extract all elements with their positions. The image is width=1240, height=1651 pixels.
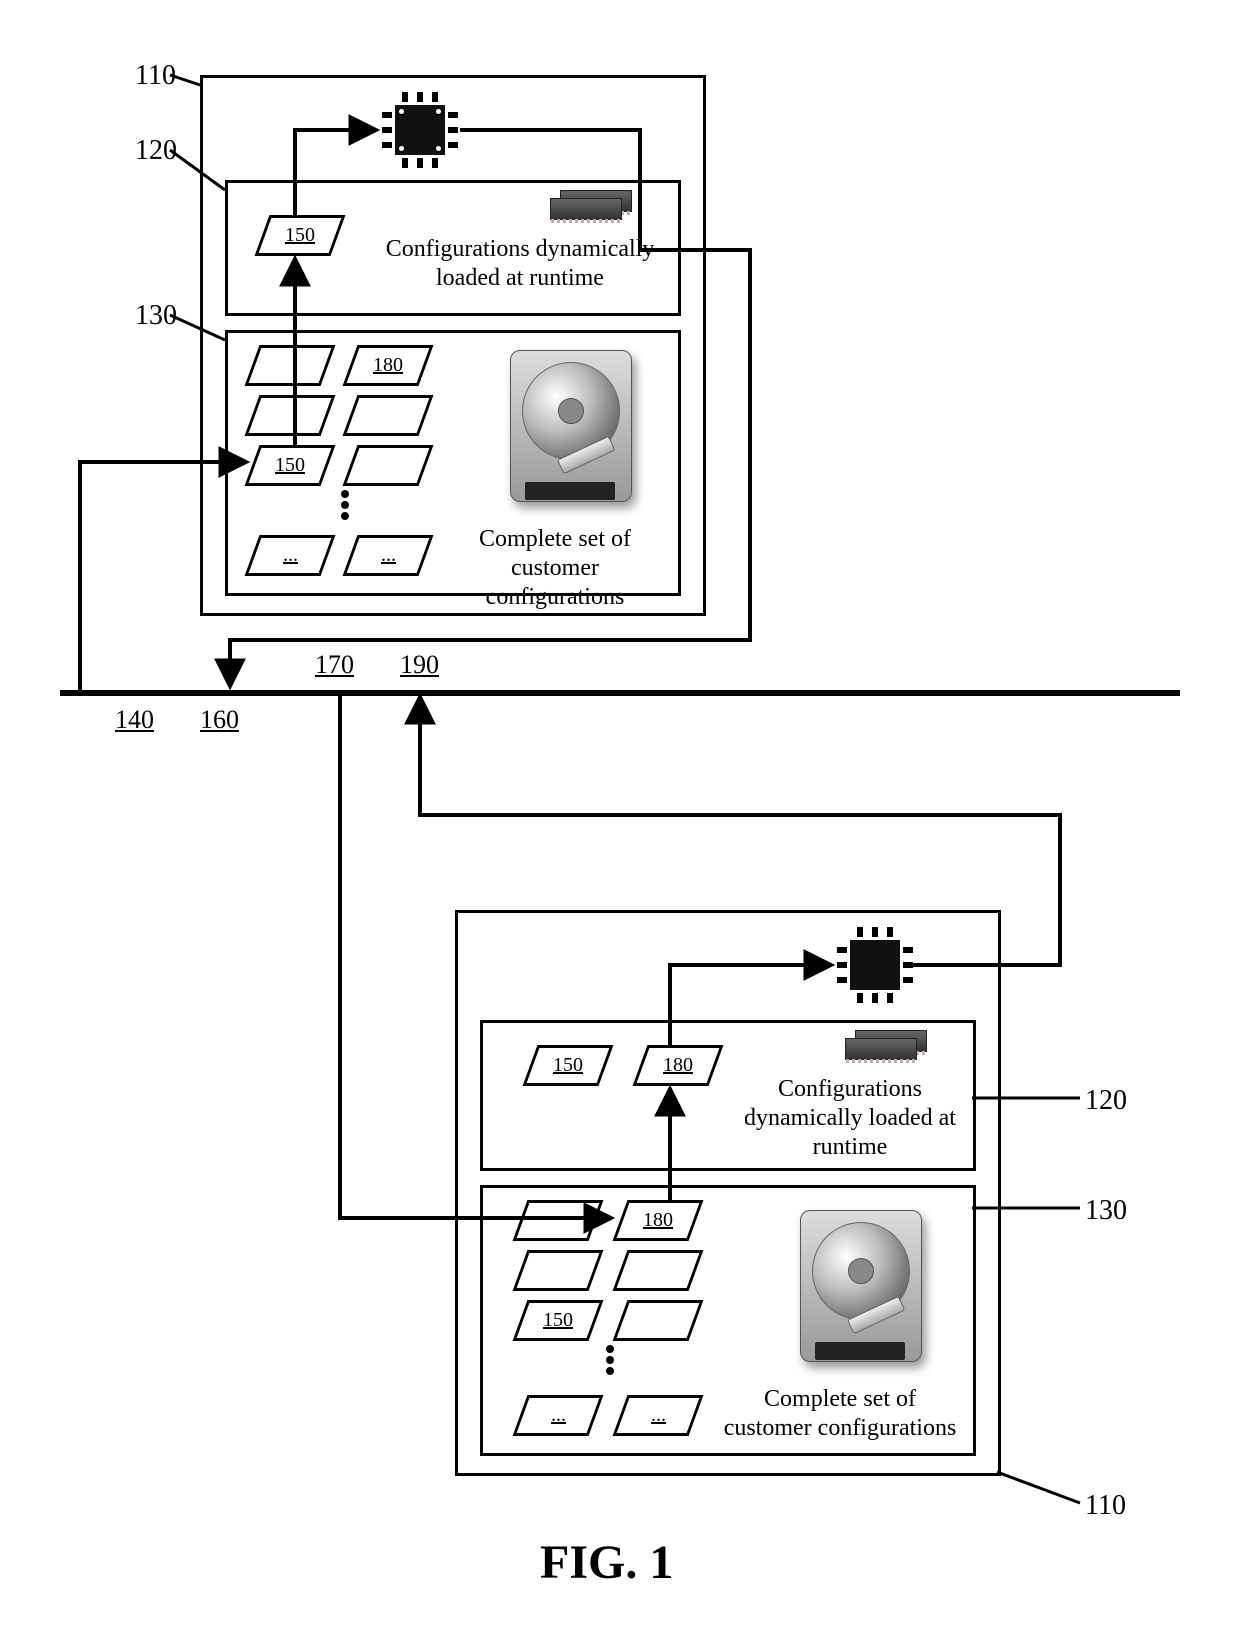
hdd-icon — [790, 1200, 930, 1370]
ref-110-lower: 110 — [1085, 1490, 1126, 1522]
para-180-store-lower: 180 — [613, 1200, 704, 1241]
para-blank — [245, 395, 336, 436]
memory-caption-upper: Configurations dynamically loaded at run… — [370, 235, 670, 293]
para-blank — [343, 445, 434, 486]
vertical-dots-icon — [340, 490, 350, 520]
memory-caption-lower: Configurations dynamically loaded at run… — [735, 1075, 965, 1161]
ref-190: 190 — [400, 650, 439, 680]
network-bus — [60, 690, 1180, 696]
chip-pins — [837, 927, 913, 1003]
para-blank — [513, 1200, 604, 1241]
ref-120-upper: 120 — [135, 135, 177, 167]
para-blank — [513, 1250, 604, 1291]
para-blank — [613, 1300, 704, 1341]
storage-caption-upper: Complete set of customer configurations — [440, 525, 670, 611]
para-blank — [343, 395, 434, 436]
para-180-mem-lower: 180 — [633, 1045, 724, 1086]
ref-130-lower: 130 — [1085, 1195, 1127, 1227]
para-blank — [613, 1250, 704, 1291]
para-blank — [245, 345, 336, 386]
para-dots: ... — [513, 1395, 604, 1436]
para-dots: ... — [613, 1395, 704, 1436]
ref-160: 160 — [200, 705, 239, 735]
para-150-mem-lower: 150 — [523, 1045, 614, 1086]
ref-120-lower: 120 — [1085, 1085, 1127, 1117]
para-150-store-lower: 150 — [513, 1300, 604, 1341]
para-150-store-upper: 150 — [245, 445, 336, 486]
para-150-mem-upper: 150 — [255, 215, 346, 256]
vertical-dots-icon — [605, 1345, 615, 1375]
para-180-store-upper: 180 — [343, 345, 434, 386]
para-dots: ... — [343, 535, 434, 576]
para-dots: ... — [245, 535, 336, 576]
hdd-icon — [500, 340, 640, 510]
ram-icon — [845, 1030, 925, 1060]
chip-pins — [382, 92, 458, 168]
ref-170: 170 — [315, 650, 354, 680]
ram-icon — [550, 190, 630, 220]
ref-130-upper: 130 — [135, 300, 177, 332]
figure-title: FIG. 1 — [540, 1535, 673, 1590]
storage-caption-lower: Complete set of customer configurations — [720, 1385, 960, 1443]
ref-140: 140 — [115, 705, 154, 735]
ref-110-upper: 110 — [135, 60, 176, 92]
